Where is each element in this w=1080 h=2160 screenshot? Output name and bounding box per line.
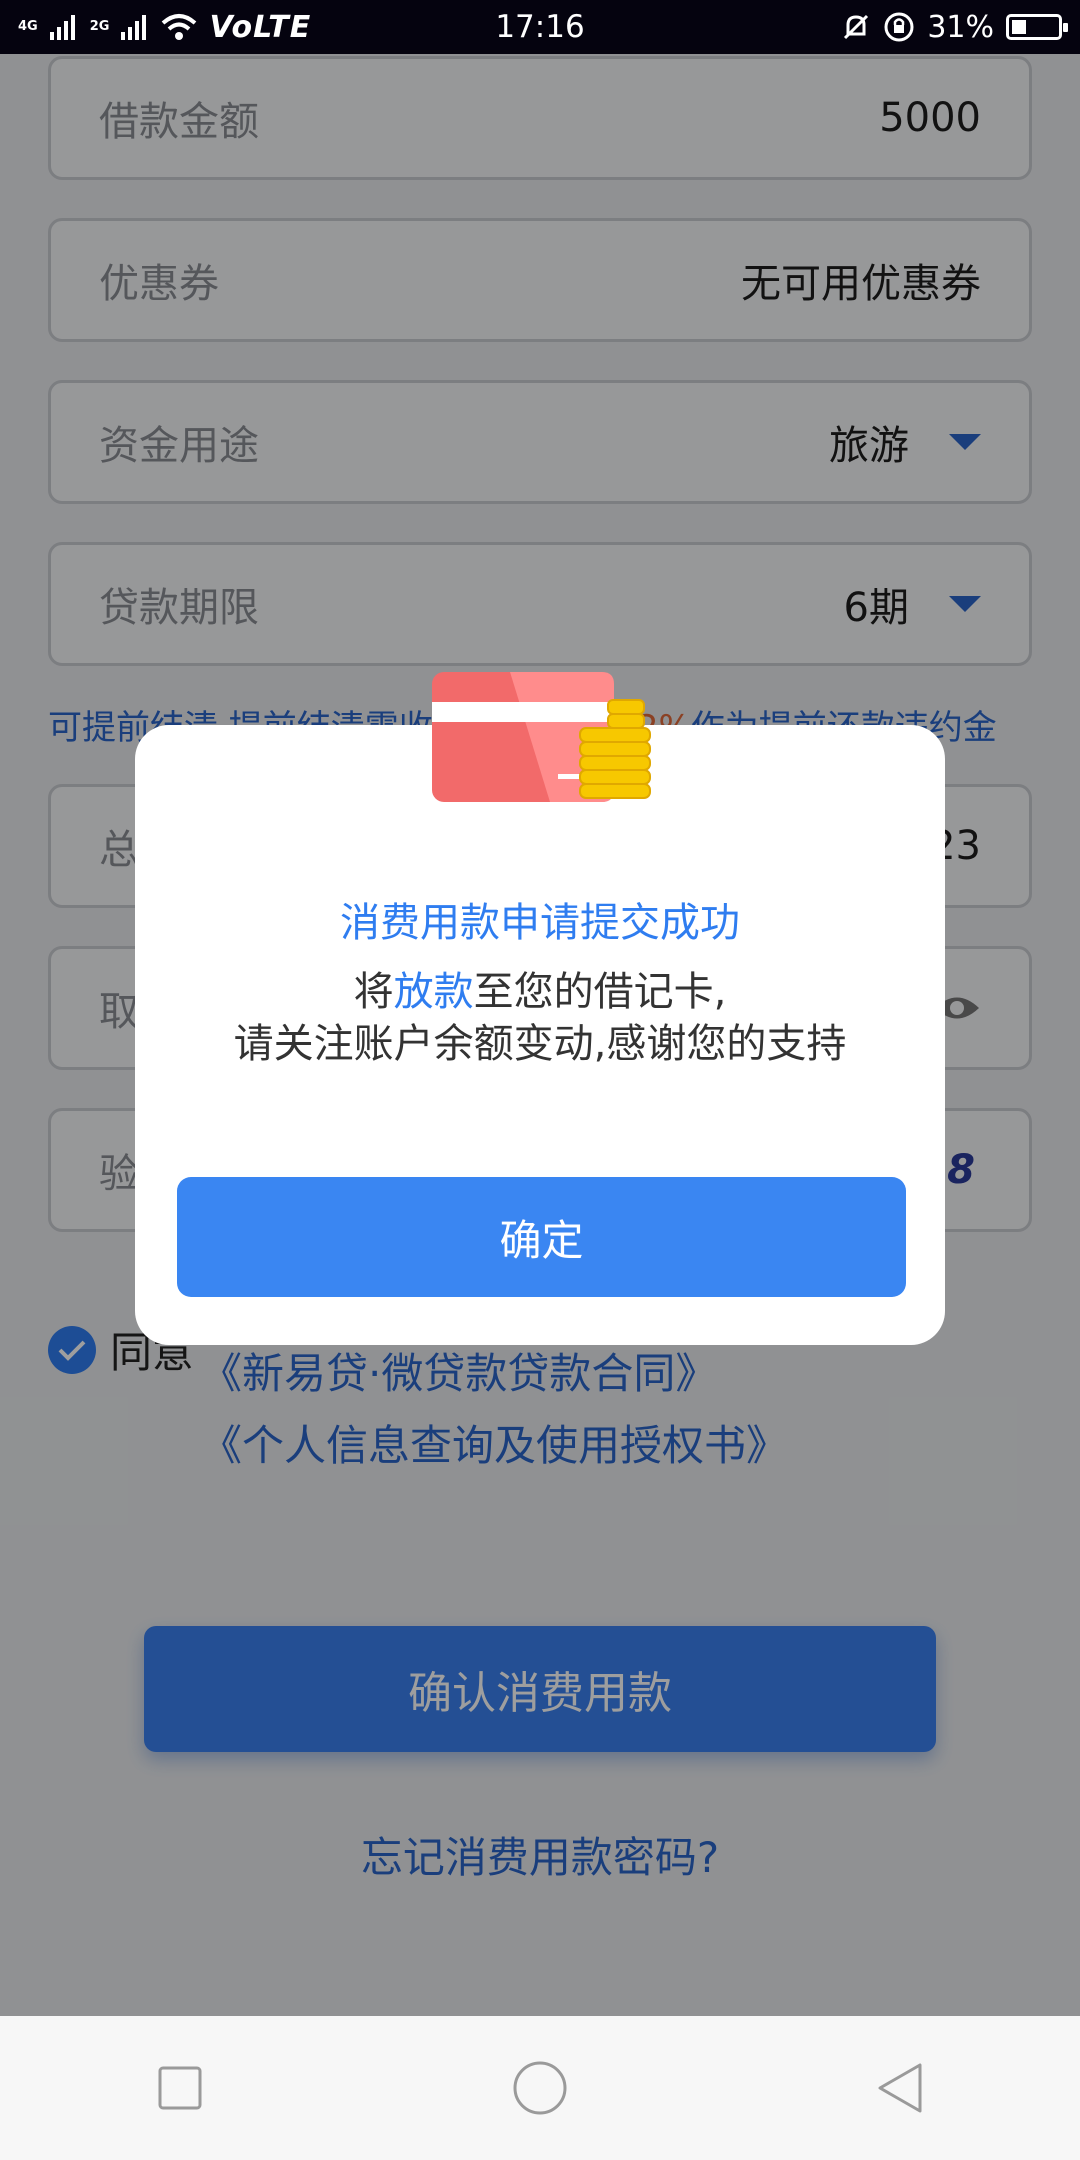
back-triangle-icon xyxy=(878,2063,922,2113)
status-right: 31% xyxy=(841,9,1068,45)
dialog-ok-button[interactable]: 确定 xyxy=(177,1177,906,1297)
home-button[interactable] xyxy=(480,2028,600,2148)
network-2g-label: 2G xyxy=(89,19,110,34)
dialog-msg-suffix: 至您的借记卡, xyxy=(473,969,727,1015)
dialog-message: 将放款至您的借记卡, 请关注账户余额变动,感谢您的支持 xyxy=(135,966,945,1070)
signal-icon-2 xyxy=(121,15,147,40)
mute-bell-icon xyxy=(844,14,869,40)
battery-icon xyxy=(1006,14,1068,40)
volte-label: VoLTE xyxy=(209,9,312,45)
rotation-lock-icon xyxy=(884,12,914,42)
dialog-title: 消费用款申请提交成功 xyxy=(340,900,740,946)
battery-percent: 31% xyxy=(927,9,994,45)
dialog-msg-prefix: 将 xyxy=(353,969,394,1015)
circle-icon xyxy=(513,2061,567,2115)
card-coins-icon xyxy=(432,672,651,802)
dialog-msg-highlight: 放款 xyxy=(393,969,474,1015)
status-bar: 4G 2G VoLTE 17:16 31% xyxy=(0,0,1080,54)
back-button[interactable] xyxy=(840,2028,960,2148)
square-icon xyxy=(158,2066,202,2110)
network-4g-label: 4G xyxy=(18,19,38,34)
wifi-icon xyxy=(162,14,197,40)
signal-icon xyxy=(49,15,75,40)
status-left: 4G 2G VoLTE xyxy=(18,10,311,45)
dialog-message-line-1: 将放款至您的借记卡, xyxy=(135,966,945,1018)
dialog-message-line-2: 请关注账户余额变动,感谢您的支持 xyxy=(233,1021,847,1067)
recent-apps-button[interactable] xyxy=(120,2028,240,2148)
navigation-bar xyxy=(0,2016,1080,2160)
